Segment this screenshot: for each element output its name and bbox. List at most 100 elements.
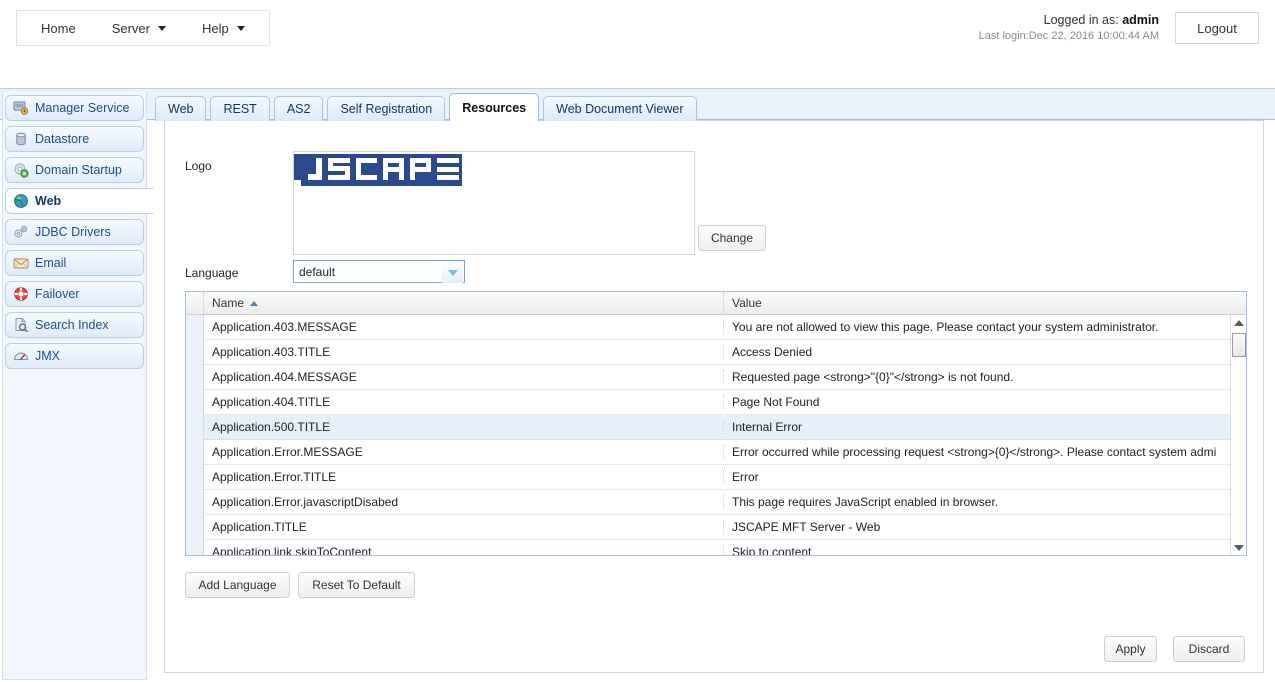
tab-web-label: Web — [168, 102, 194, 116]
jmx-icon — [13, 348, 29, 364]
chevron-down-icon — [236, 25, 245, 31]
cell-value: Page Not Found — [732, 395, 820, 409]
sidebar-item-manager-service-label: Manager Service — [35, 101, 130, 115]
grid-vertical-scrollbar[interactable] — [1230, 315, 1246, 555]
table-row[interactable]: Application.404.TITLE Page Not Found — [186, 389, 1246, 415]
user-info: Logged in as: admin Last login:Dec 22, 2… — [979, 12, 1159, 44]
sidebar-item-email-label: Email — [35, 256, 67, 270]
table-row[interactable]: Application.404.MESSAGE Requested page <… — [186, 364, 1246, 390]
top-bar: Home Server Help Logged in as: admin Las… — [0, 0, 1275, 56]
email-icon — [13, 255, 29, 271]
tab-resources[interactable]: Resources — [449, 93, 540, 121]
cell-name: Application.404.TITLE — [204, 395, 724, 409]
discard-button[interactable]: Discard — [1173, 636, 1245, 662]
cell-name: Application.link.skipToContent — [204, 545, 724, 555]
column-header-name[interactable]: Name — [204, 292, 724, 314]
search-index-icon — [13, 317, 29, 333]
cell-name: Application.Error.TITLE — [204, 470, 724, 484]
sidebar-item-manager-service[interactable]: Manager Service — [5, 95, 144, 121]
menu-item-help[interactable]: Help — [184, 11, 263, 45]
sidebar-item-jdbc-drivers-label: JDBC Drivers — [35, 225, 111, 239]
tab-rest[interactable]: REST — [210, 96, 270, 121]
cell-value: JSCAPE MFT Server - Web — [732, 520, 881, 534]
add-language-button[interactable]: Add Language — [185, 572, 290, 598]
apply-button[interactable]: Apply — [1104, 636, 1157, 662]
table-row[interactable]: Application.link.skipToContent Skip to c… — [186, 539, 1246, 556]
menu-item-server-label: Server — [111, 20, 150, 36]
cell-value: You are not allowed to view this page. P… — [732, 320, 1159, 334]
sidebar-item-jmx[interactable]: JMX — [5, 343, 144, 369]
table-row[interactable]: Application.Error.javascriptDisabed This… — [186, 489, 1246, 515]
scroll-down-icon[interactable] — [1231, 540, 1246, 555]
row-gutter — [186, 489, 204, 515]
row-gutter — [186, 315, 204, 340]
language-select[interactable]: default — [293, 260, 465, 283]
tab-web[interactable]: Web — [155, 96, 207, 121]
row-gutter — [186, 439, 204, 465]
last-login: Last login:Dec 22, 2016 10:00:44 AM — [978, 29, 1159, 42]
column-header-value[interactable]: Value — [724, 292, 1246, 314]
column-header-name-label: Name — [212, 296, 245, 310]
logo-label: Logo — [185, 159, 212, 173]
web-globe-icon — [13, 193, 29, 209]
reset-to-default-button[interactable]: Reset To Default — [298, 572, 415, 598]
table-row[interactable]: Application.Error.TITLE Error — [186, 464, 1246, 490]
sidebar: Manager Service Datastore Domain Startup — [2, 92, 154, 680]
cell-value: Skip to content — [732, 545, 812, 556]
cell-name: Application.500.TITLE — [204, 420, 724, 434]
cell-name: Application.403.TITLE — [204, 345, 724, 359]
scrollbar-thumb[interactable] — [1232, 333, 1246, 357]
cell-name: Application.404.MESSAGE — [204, 370, 724, 384]
row-gutter — [186, 464, 204, 490]
row-gutter — [186, 514, 204, 540]
tab-resources-label: Resources — [462, 100, 527, 115]
row-gutter — [186, 539, 204, 555]
manager-service-icon — [13, 100, 29, 116]
logout-button[interactable]: Logout — [1175, 12, 1259, 44]
cell-name: Application.403.MESSAGE — [204, 320, 724, 334]
sidebar-item-datastore[interactable]: Datastore — [5, 126, 144, 152]
language-label: Language — [185, 266, 239, 280]
cell-value: Internal Error — [732, 420, 803, 434]
table-row[interactable]: Application.403.MESSAGE You are not allo… — [186, 315, 1246, 340]
chevron-down-icon — [157, 25, 166, 31]
sidebar-item-jmx-label: JMX — [35, 349, 60, 363]
logged-in-username: admin — [1122, 13, 1159, 27]
resources-panel: Logo Change Language default Name Value … — [164, 120, 1264, 673]
grid-body[interactable]: Application.403.MESSAGE You are not allo… — [186, 315, 1246, 556]
table-row[interactable]: Application.500.TITLE Internal Error — [186, 414, 1246, 440]
tab-web-document-viewer[interactable]: Web Document Viewer — [543, 96, 697, 121]
sidebar-item-jdbc-drivers[interactable]: JDBC Drivers — [5, 219, 144, 245]
sidebar-item-failover-label: Failover — [35, 287, 80, 301]
cell-value: Error occurred while processing request … — [732, 445, 1217, 459]
sidebar-item-email[interactable]: Email — [5, 250, 144, 276]
menu-item-server[interactable]: Server — [94, 11, 184, 45]
table-row[interactable]: Application.403.TITLE Access Denied — [186, 339, 1246, 365]
cell-name: Application.TITLE — [204, 520, 724, 534]
sidebar-item-web-label: Web — [35, 194, 62, 208]
sidebar-item-web[interactable]: Web — [5, 188, 154, 214]
language-select-value: default — [299, 264, 336, 279]
sidebar-item-search-index[interactable]: Search Index — [5, 312, 144, 338]
scroll-up-icon[interactable] — [1231, 315, 1246, 331]
sidebar-item-failover[interactable]: Failover — [5, 281, 144, 307]
grid-header-row: Name Value — [186, 292, 1246, 315]
failover-icon — [13, 286, 29, 302]
row-gutter — [186, 339, 204, 365]
logged-in-as: Logged in as: admin — [979, 12, 1159, 29]
sidebar-item-domain-startup[interactable]: Domain Startup — [5, 157, 144, 183]
menu-item-home[interactable]: Home — [23, 11, 94, 45]
chevron-down-icon[interactable] — [442, 262, 463, 283]
sort-ascending-icon — [250, 300, 259, 306]
tab-bar: Web REST AS2 Self Registration Resources… — [155, 92, 701, 121]
table-row[interactable]: Application.Error.MESSAGE Error occurred… — [186, 439, 1246, 465]
row-gutter — [186, 364, 204, 390]
tab-self-registration[interactable]: Self Registration — [327, 96, 446, 121]
table-row[interactable]: Application.TITLE JSCAPE MFT Server - We… — [186, 514, 1246, 540]
column-header-value-label: Value — [732, 296, 762, 310]
cell-value: This page requires JavaScript enabled in… — [732, 495, 999, 509]
tab-rest-label: REST — [223, 102, 257, 116]
menu-item-help-label: Help — [201, 20, 229, 36]
tab-as2[interactable]: AS2 — [273, 96, 324, 121]
change-logo-button[interactable]: Change — [698, 225, 766, 251]
